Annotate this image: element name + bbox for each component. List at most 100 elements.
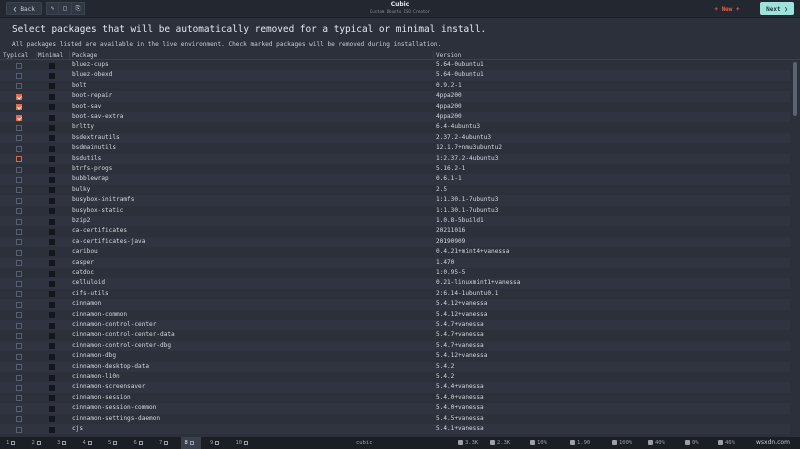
workspace-5[interactable]: 5 [104, 437, 124, 449]
table-row[interactable]: cinnamon-settings-daemon 5.4.5+vanessa [0, 414, 790, 424]
typical-checkbox[interactable] [16, 72, 22, 79]
typical-checkbox[interactable] [16, 426, 22, 433]
minimal-checkbox[interactable] [49, 426, 55, 433]
typical-checkbox[interactable] [16, 353, 22, 360]
table-row[interactable]: celluloid 0.21-linuxmint1+vanessa [0, 278, 790, 289]
minimal-checkbox[interactable] [49, 72, 55, 79]
minimal-checkbox[interactable] [49, 353, 55, 360]
minimal-checkbox[interactable] [49, 228, 55, 235]
minimal-checkbox[interactable] [49, 187, 55, 194]
workspace-3[interactable]: 3 [53, 437, 73, 449]
typical-checkbox[interactable] [16, 280, 22, 287]
typical-checkbox[interactable] [16, 301, 22, 308]
typical-checkbox[interactable] [16, 228, 22, 235]
minimal-checkbox[interactable] [49, 280, 55, 287]
table-row[interactable]: cinnamon 5.4.12+vanessa [0, 299, 790, 310]
column-typical[interactable]: Typical [3, 52, 28, 59]
workspace-7[interactable]: 7 [155, 437, 175, 449]
minimal-checkbox[interactable] [49, 145, 55, 152]
scrollbar[interactable] [793, 60, 797, 436]
minimal-checkbox[interactable] [49, 322, 55, 329]
table-row[interactable]: cinnamon-session 5.4.0+vanessa [0, 393, 790, 403]
table-row[interactable]: busybox-static 1:1.30.1-7ubuntu3 [0, 206, 790, 216]
table-row[interactable]: cinnamon-dbg 5.4.12+vanessa [0, 351, 790, 361]
typical-checkbox[interactable] [16, 135, 22, 142]
minimal-checkbox[interactable] [49, 384, 55, 391]
typical-checkbox[interactable] [16, 239, 22, 246]
typical-checkbox[interactable] [16, 270, 22, 277]
workspace-1[interactable]: 1 [2, 437, 22, 449]
minimal-checkbox[interactable] [49, 395, 55, 402]
next-button[interactable]: Next ❯ [760, 2, 794, 15]
minimal-checkbox[interactable] [49, 104, 55, 111]
table-row[interactable]: bluez-cups 5.64-0ubuntu1 [0, 60, 790, 70]
table-row[interactable]: boot-repair 4ppa200 [0, 91, 790, 102]
typical-checkbox[interactable] [16, 260, 22, 267]
edit-icon[interactable]: ✎ [46, 2, 59, 15]
table-row[interactable]: brltty 6.4-4ubuntu3 [0, 122, 790, 132]
window-icon[interactable]: □ [59, 2, 72, 15]
minimal-checkbox[interactable] [49, 156, 55, 163]
minimal-checkbox[interactable] [49, 332, 55, 339]
table-row[interactable]: cinnamon-desktop-data 5.4.2 [0, 361, 790, 372]
table-row[interactable]: cinnamon-screensaver 5.4.4+vanessa [0, 382, 790, 393]
minimal-checkbox[interactable] [49, 218, 55, 225]
column-minimal[interactable]: Minimal [38, 52, 63, 59]
minimal-checkbox[interactable] [49, 197, 55, 204]
typical-checkbox[interactable] [16, 83, 22, 90]
workspace-4[interactable]: 4 [79, 437, 99, 449]
typical-checkbox[interactable] [16, 114, 22, 121]
minimal-checkbox[interactable] [49, 416, 55, 423]
typical-checkbox[interactable] [16, 291, 22, 298]
workspace-2[interactable]: 2 [28, 437, 48, 449]
minimal-checkbox[interactable] [49, 405, 55, 412]
new-button[interactable]: + New + [712, 2, 742, 15]
minimal-checkbox[interactable] [49, 93, 55, 100]
typical-checkbox[interactable] [16, 187, 22, 194]
typical-checkbox[interactable] [16, 176, 22, 183]
minimal-checkbox[interactable] [49, 374, 55, 381]
typical-checkbox[interactable] [16, 249, 22, 256]
typical-checkbox[interactable] [16, 405, 22, 412]
minimal-checkbox[interactable] [49, 249, 55, 256]
table-row[interactable]: bsdutils 1:2.37.2-4ubuntu3 [0, 153, 790, 164]
minimal-checkbox[interactable] [49, 176, 55, 183]
typical-checkbox[interactable] [16, 93, 22, 100]
workspace-8[interactable]: 8 [180, 437, 201, 449]
minimal-checkbox[interactable] [49, 135, 55, 142]
back-button[interactable]: ❮ Back [6, 2, 42, 15]
typical-checkbox[interactable] [16, 62, 22, 69]
typical-checkbox[interactable] [16, 104, 22, 111]
table-row[interactable]: cinnamon-session-common 5.4.0+vanessa [0, 403, 790, 414]
minimal-checkbox[interactable] [49, 114, 55, 121]
minimal-checkbox[interactable] [49, 208, 55, 215]
table-row[interactable]: bsdmainutils 12.1.7+nmu3ubuntu2 [0, 143, 790, 153]
table-row[interactable]: ca-certificates-java 20190909 [0, 236, 790, 248]
table-row[interactable]: bluez-obexd 5.64-0ubuntu1 [0, 70, 790, 81]
typical-checkbox[interactable] [16, 156, 22, 163]
typical-checkbox[interactable] [16, 374, 22, 381]
table-row[interactable]: btrfs-progs 5.16.2-1 [0, 164, 790, 174]
table-row[interactable]: cinnamon-control-center-dbg 5.4.7+vanessa [0, 340, 790, 352]
table-row[interactable]: bulky 2.5 [0, 185, 790, 195]
table-row[interactable]: bsdextrautils 2.37.2-4ubuntu3 [0, 132, 790, 144]
typical-checkbox[interactable] [16, 166, 22, 173]
minimal-checkbox[interactable] [49, 83, 55, 90]
table-row[interactable]: boot-sav-extra 4ppa200 [0, 112, 790, 123]
typical-checkbox[interactable] [16, 124, 22, 131]
table-row[interactable]: cinnamon-common 5.4.12+vanessa [0, 310, 790, 320]
typical-checkbox[interactable] [16, 208, 22, 215]
table-row[interactable]: cinnamon-l10n 5.4.2 [0, 372, 790, 382]
minimal-checkbox[interactable] [49, 364, 55, 371]
typical-checkbox[interactable] [16, 145, 22, 152]
typical-checkbox[interactable] [16, 343, 22, 350]
table-row[interactable]: casper 1.470 [0, 257, 790, 268]
typical-checkbox[interactable] [16, 384, 22, 391]
minimal-checkbox[interactable] [49, 343, 55, 350]
typical-checkbox[interactable] [16, 364, 22, 371]
table-row[interactable]: boot-sav 4ppa200 [0, 102, 790, 112]
table-row[interactable]: catdoc 1:0.95-5 [0, 268, 790, 278]
workspace-10[interactable]: 10 [232, 437, 252, 449]
workspace-9[interactable]: 9 [206, 437, 226, 449]
typical-checkbox[interactable] [16, 322, 22, 329]
